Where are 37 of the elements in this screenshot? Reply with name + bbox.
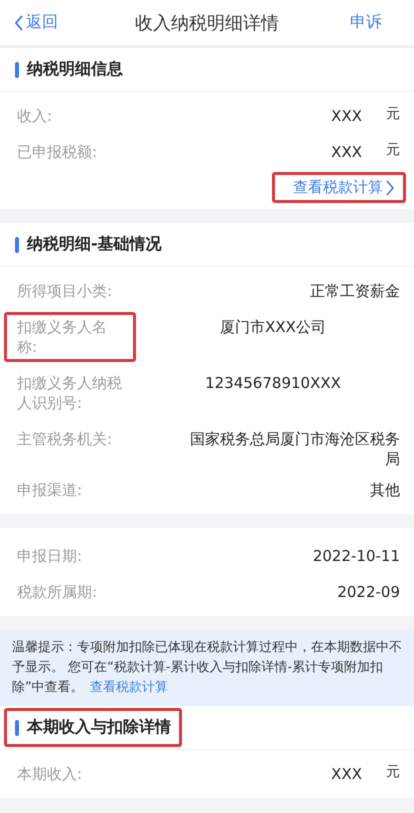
field-label: 收入: <box>16 106 54 127</box>
field-value: XXX <box>330 764 362 784</box>
field-value: 厦门市XXX公司 <box>219 317 327 337</box>
notice-text: 温馨提示：专项附加扣除已体现在税款计算过程中，在本期数据中不予显示。 您可在“税款计算-累计收入与扣除详情-累计专项附加扣除”中查看。 查看税款计算 <box>0 630 414 706</box>
field-value: 正常工资薪金 <box>309 281 400 301</box>
field-value: XXX <box>330 142 362 162</box>
field-label: 已申报税额: <box>16 142 98 163</box>
field-label: 所得项目小类: <box>16 281 114 302</box>
section-title: 纳税明细信息 <box>4 50 134 89</box>
chevron-right-icon <box>385 180 395 196</box>
page-title: 收入纳税明细详情 <box>134 12 280 34</box>
field-label: 本期收入: <box>16 764 84 785</box>
field-value: 2022-10-11 <box>312 546 400 566</box>
accent-bar-icon <box>15 62 19 78</box>
field-label: 主管税务机关: <box>16 429 114 450</box>
section-title: 纳税明细-基础情况 <box>4 225 173 264</box>
view-tax-calculation-link[interactable]: 查看税款计算 <box>90 680 168 695</box>
field-label: 税款所属期: <box>16 582 98 603</box>
unit-label: 元 <box>386 105 400 123</box>
unit-label: 元 <box>386 763 400 781</box>
back-chevron-icon <box>14 14 24 30</box>
field-label: 扣缴义务人名称: <box>4 312 136 362</box>
section-title: 本期收入与扣除详情 <box>4 708 182 747</box>
unit-label: 元 <box>386 141 400 159</box>
field-value: XXX <box>330 106 362 126</box>
accent-bar-icon <box>15 720 19 736</box>
field-label: 扣缴义务人纳税人识别号: <box>16 373 123 414</box>
field-value: 12345678910XXX <box>204 373 342 393</box>
back-link[interactable]: 返回 <box>0 12 90 33</box>
field-value: 2022-09 <box>336 582 400 602</box>
field-label: 申报日期: <box>16 546 84 567</box>
appeal-link[interactable]: 申诉 <box>324 12 414 33</box>
field-label: 申报渠道: <box>16 480 84 501</box>
field-value: 其他 <box>369 480 400 500</box>
accent-bar-icon <box>15 236 19 252</box>
view-tax-calculation-link[interactable]: 查看税款计算 <box>272 172 406 203</box>
field-value: 国家税务总局厦门市海沧区税务局 <box>189 429 400 469</box>
